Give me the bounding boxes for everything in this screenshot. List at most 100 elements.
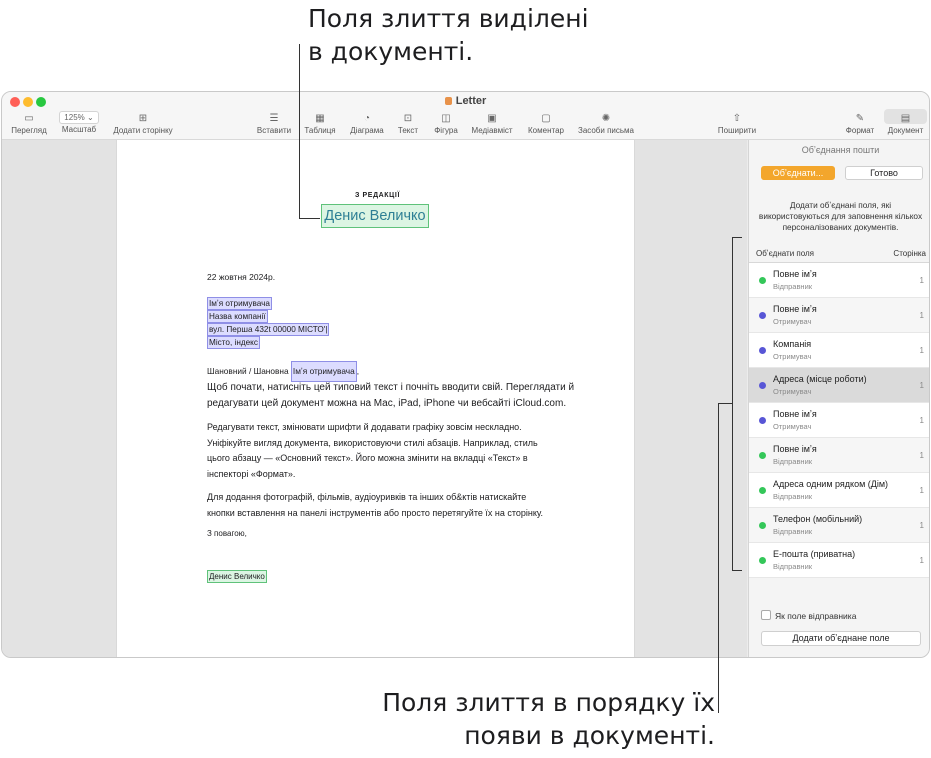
merge-field-row[interactable]: Повне імʼя Відправник 1	[749, 438, 929, 473]
view-button[interactable]: ▭ Перегляд	[10, 112, 48, 135]
merge-field-row[interactable]: Адреса одним рядком (Дім) Відправник 1	[749, 473, 929, 508]
merge-field-row[interactable]: Е-пошта (приватна) Відправник 1	[749, 543, 929, 578]
callout-bottom-leader-horizontal	[718, 403, 732, 404]
field-color-dot-icon	[759, 522, 766, 529]
checkbox[interactable]	[761, 610, 771, 620]
field-name: Повне імʼя	[773, 304, 817, 314]
field-color-dot-icon	[759, 382, 766, 389]
document-icon	[444, 97, 452, 105]
shape-button[interactable]: ◫ Фігура	[428, 112, 464, 135]
field-color-dot-icon	[759, 347, 766, 354]
callout-bottom-line-1: Поля злиття в порядку їх	[382, 688, 715, 717]
merge-field-row[interactable]: Повне імʼя Отримувач 1	[749, 298, 929, 333]
fields-header: Обʼєднати поля Сторінка	[749, 246, 929, 263]
field-page: 1	[919, 346, 924, 355]
insert-icon: ☰	[269, 113, 279, 124]
paintbrush-icon: ✎	[855, 113, 865, 124]
field-page: 1	[919, 416, 924, 425]
merge-field-greeting-name[interactable]: Імʼя отримувача	[290, 361, 357, 382]
merge-field-address[interactable]: вул. Перша 432t 00000 МІСТО'|	[207, 323, 330, 336]
merge-field-recipient-name[interactable]: Імʼя отримувача	[207, 297, 272, 310]
field-name: Адреса одним рядком (Дім)	[773, 479, 889, 489]
window-title: Letter	[2, 95, 929, 107]
merge-fields-list: Повне імʼя Відправник 1 Повне імʼя Отримувач…	[749, 263, 929, 578]
chart-button[interactable]: ◔ Діаграма	[347, 112, 387, 135]
merge-field-sender-name[interactable]: Денис Величко	[321, 204, 429, 228]
table-icon: ▦	[315, 113, 325, 124]
field-name: Телефон (мобільний)	[773, 514, 863, 524]
share-icon: ⇧	[732, 113, 742, 124]
merge-field-row[interactable]: Повне імʼя Відправник 1	[749, 263, 929, 298]
field-page: 1	[919, 486, 924, 495]
field-color-dot-icon	[759, 417, 766, 424]
table-button[interactable]: ▦ Таблиця	[300, 112, 340, 135]
text-box-icon: ⊡	[403, 113, 413, 124]
add-page-button[interactable]: ⊞ Додати сторінку	[108, 112, 178, 135]
callout-top: Поля злиття виділені в документі.	[308, 2, 589, 68]
field-page: 1	[919, 311, 924, 320]
callout-bottom-line-2: появи в документі.	[464, 721, 715, 750]
writing-tools-icon: ✺	[601, 113, 611, 124]
field-name: Повне імʼя	[773, 269, 817, 279]
field-source: Отримувач	[773, 422, 812, 431]
merge-field-company[interactable]: Назва компанії	[207, 310, 268, 323]
writing-tools-button[interactable]: ✺ Засоби письма	[576, 112, 636, 135]
merge-field-row[interactable]: Телефон (мобільний) Відправник 1	[749, 508, 929, 543]
merge-field-row[interactable]: Повне імʼя Отримувач 1	[749, 403, 929, 438]
merge-field-row[interactable]: Адреса (місце роботи) Отримувач 1	[749, 368, 929, 403]
document-page[interactable]: З РЕДАКЦІЇ Денис Величко 22 жовтня 2024р…	[116, 140, 635, 657]
share-button[interactable]: ⇧ Поширити	[714, 112, 760, 135]
sender-field-checkbox[interactable]: Як поле відправника	[761, 610, 856, 621]
field-page: 1	[919, 521, 924, 530]
field-name: Е-пошта (приватна)	[773, 549, 856, 559]
letter-paragraph-2: Редагувати текст, змінювати шрифти й дод…	[207, 422, 538, 479]
merge-field-row[interactable]: Компанія Отримувач 1	[749, 333, 929, 368]
merge-field-city[interactable]: Місто, індекс	[207, 336, 260, 349]
page-column-header: Сторінка	[893, 249, 926, 258]
field-source: Відправник	[773, 562, 813, 571]
letter-closing: З повагою,	[207, 529, 247, 538]
document-canvas: З РЕДАКЦІЇ Денис Величко 22 жовтня 2024р…	[2, 140, 747, 657]
field-name: Адреса (місце роботи)	[773, 374, 867, 384]
shape-icon: ◫	[441, 113, 451, 124]
letter-paragraph-1: Щоб почати, натисніть цей типовий текст …	[207, 382, 575, 409]
text-button[interactable]: ⊡ Текст	[394, 112, 422, 135]
document-button[interactable]: ▤ Документ	[884, 112, 927, 135]
merge-button[interactable]: Обʼєднати...	[761, 166, 835, 180]
field-page: 1	[919, 451, 924, 460]
field-source: Отримувач	[773, 387, 812, 396]
comment-button[interactable]: ▢ Коментар	[525, 112, 567, 135]
callout-bottom: Поля злиття в порядку їх появи в докумен…	[382, 686, 715, 752]
callout-top-leader-vertical	[299, 44, 300, 218]
media-icon: ▣	[487, 113, 497, 124]
add-merge-field-button[interactable]: Додати обʼєднане поле	[761, 631, 921, 646]
callout-bottom-bracket-bottom	[732, 570, 742, 571]
field-color-dot-icon	[759, 452, 766, 459]
media-button[interactable]: ▣ Медіавміст	[469, 112, 515, 135]
field-source: Відправник	[773, 282, 813, 291]
zoom-button[interactable]: 125% ⌄ Масштаб	[57, 111, 101, 134]
field-page: 1	[919, 381, 924, 390]
done-button[interactable]: Готово	[845, 166, 923, 180]
field-name: Компанія	[773, 339, 812, 349]
field-color-dot-icon	[759, 277, 766, 284]
callout-bottom-bracket-top	[732, 237, 742, 238]
letter-heading: З РЕДАКЦІЇ	[355, 192, 400, 199]
add-page-icon: ⊞	[138, 113, 148, 124]
insert-button[interactable]: ☰ Вставити	[254, 112, 294, 135]
field-color-dot-icon	[759, 487, 766, 494]
field-source: Відправник	[773, 492, 813, 501]
title-bar: Letter ▭ Перегляд 125% ⌄ Масштаб ⊞ Додати с…	[2, 92, 929, 140]
field-color-dot-icon	[759, 312, 766, 319]
field-name: Повне імʼя	[773, 444, 817, 454]
field-source: Отримувач	[773, 317, 812, 326]
pages-window: Letter ▭ Перегляд 125% ⌄ Масштаб ⊞ Додати с…	[1, 91, 930, 658]
mail-merge-sidebar: Обʼєднання пошти Обʼєднати... Готово Дод…	[748, 140, 929, 657]
letter-date: 22 жовтня 2024р.	[207, 272, 276, 282]
callout-bottom-bracket-vertical	[732, 237, 733, 570]
letter-greeting: Шановний / Шановна Імʼя отримувача,	[207, 361, 359, 382]
sidebar-title: Обʼєднання пошти	[801, 145, 880, 155]
field-page: 1	[919, 556, 924, 565]
format-button[interactable]: ✎ Формат	[842, 112, 878, 135]
merge-field-signature[interactable]: Денис Величко	[207, 570, 267, 583]
